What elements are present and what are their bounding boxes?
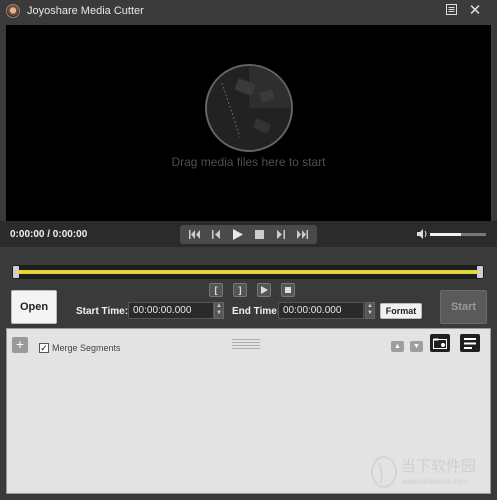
time-display: 0:00:00 / 0:00:00 [10, 229, 88, 240]
stop-icon[interactable] [250, 226, 268, 243]
add-segment-button[interactable]: + [12, 337, 28, 353]
trim-area: [ ] Open Start Time: 00:00:00.000 ▲ ▼ End… [0, 247, 497, 327]
watermark: 当下软件园 www.downxia.com [368, 453, 492, 493]
playback-bar: 0:00:00 / 0:00:00 [0, 221, 497, 247]
window-title: Joyoshare Media Cutter [27, 5, 144, 17]
menu-icon[interactable] [443, 3, 459, 19]
volume-level [430, 233, 461, 236]
volume-icon[interactable] [417, 229, 428, 239]
start-button[interactable]: Start [440, 290, 487, 324]
format-button[interactable]: Format [380, 303, 422, 319]
title-bar: Joyoshare Media Cutter ✕ [0, 0, 497, 22]
mark-in-button[interactable]: [ [209, 283, 223, 297]
play-icon[interactable] [229, 226, 247, 243]
close-icon[interactable]: ✕ [467, 3, 483, 19]
playback-controls [180, 225, 317, 244]
start-time-spinner[interactable]: ▲ ▼ [214, 302, 224, 319]
output-folder-icon[interactable] [430, 334, 450, 352]
app-logo-icon [6, 4, 20, 18]
next-segment-icon[interactable] [293, 226, 311, 243]
edit-list-icon[interactable] [460, 334, 480, 352]
drag-grip[interactable] [232, 339, 260, 349]
selected-range [18, 270, 478, 274]
timeline-track[interactable] [12, 265, 484, 279]
video-preview[interactable]: Drag media files here to start [6, 25, 491, 221]
mark-out-button[interactable]: ] [233, 283, 247, 297]
drop-hint: Drag media files here to start [171, 155, 326, 169]
watermark-url: www.downxia.com [402, 477, 468, 486]
watermark-logo-icon [371, 456, 397, 488]
stop-segment-icon[interactable] [281, 283, 295, 297]
next-frame-icon[interactable] [272, 226, 290, 243]
volume-slider[interactable] [430, 233, 486, 236]
move-up-icon[interactable]: ▲ [391, 341, 404, 352]
watermark-text: 当下软件园 [401, 457, 477, 475]
end-handle[interactable] [477, 266, 483, 278]
merge-segments-label: Merge Segments [52, 343, 121, 353]
previous-segment-icon[interactable] [186, 226, 204, 243]
segment-controls: [ ] [209, 283, 295, 297]
film-reel-icon [205, 64, 293, 152]
open-button[interactable]: Open [11, 290, 57, 324]
end-time-input[interactable]: 00:00:00.000 [278, 302, 364, 319]
start-time-label: Start Time: [76, 306, 129, 317]
preview-segment-icon[interactable] [257, 283, 271, 297]
end-time-label: End Time: [232, 306, 281, 317]
end-time-spinner[interactable]: ▲ ▼ [365, 302, 375, 319]
start-time-input[interactable]: 00:00:00.000 [128, 302, 214, 319]
previous-frame-icon[interactable] [207, 226, 225, 243]
move-down-icon[interactable]: ▼ [410, 341, 423, 352]
merge-segments-checkbox[interactable]: ✓ [39, 343, 49, 353]
